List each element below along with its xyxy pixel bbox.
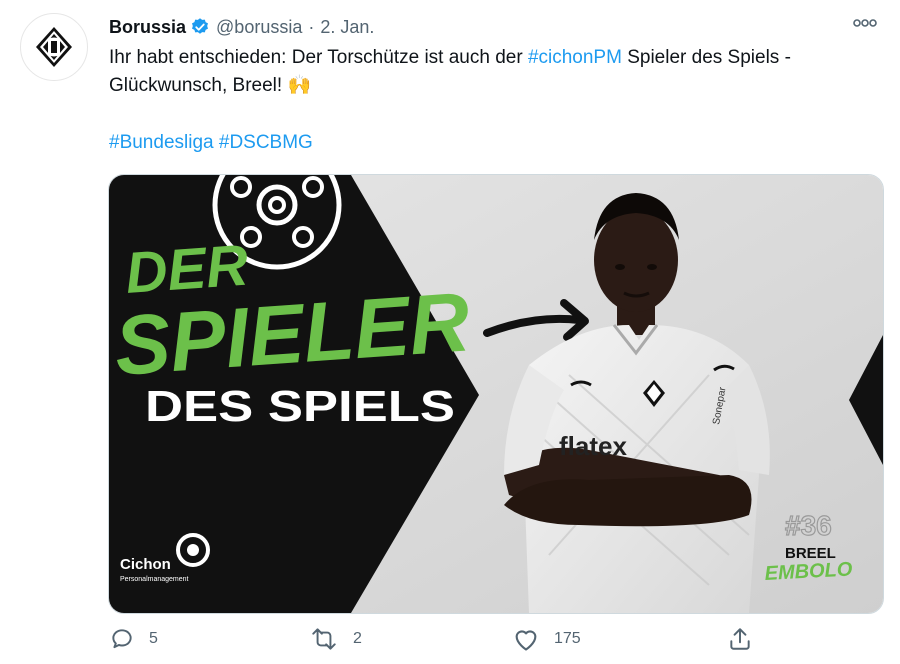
- player-last-name: EMBOLO: [764, 558, 853, 585]
- more-icon[interactable]: [852, 16, 878, 35]
- tweet-actions: 5 2 175: [109, 626, 769, 660]
- hashtag-cichonpm[interactable]: #cichonPM: [528, 47, 622, 68]
- author-handle[interactable]: @borussia: [216, 17, 302, 38]
- like-icon: [515, 630, 537, 651]
- verified-icon: [190, 17, 210, 37]
- tweet-text: Ihr habt entschieden: Der Torschütze ist…: [109, 44, 869, 100]
- tweet-header: Borussia @borussia · 2. Jan.: [109, 14, 374, 40]
- raised-hands-emoji: 🙌: [287, 75, 312, 96]
- share-icon: [730, 628, 750, 650]
- player-number: #36: [785, 510, 832, 541]
- tweet-text-part1: Ihr habt entschieden: Der Torschütze ist…: [109, 47, 528, 68]
- retweet-button[interactable]: 2: [309, 626, 362, 652]
- jersey-sponsor: flatex: [559, 431, 627, 461]
- hashtag-line: #Bundesliga #DSCBMG: [109, 132, 313, 154]
- author-name[interactable]: Borussia: [109, 17, 186, 38]
- club-logo-icon: [36, 27, 72, 67]
- separator-dot: ·: [308, 16, 315, 37]
- retweet-icon: [312, 628, 336, 650]
- avatar[interactable]: [20, 13, 88, 81]
- sponsor-name: Cichon: [120, 556, 171, 573]
- retweet-count: 2: [353, 630, 362, 647]
- like-button[interactable]: 175: [512, 626, 581, 652]
- headline-des-spiels: DES SPIELS: [145, 382, 455, 431]
- tweet-date[interactable]: 2. Jan.: [320, 17, 374, 38]
- reply-count: 5: [149, 630, 158, 647]
- share-button[interactable]: [727, 626, 753, 652]
- like-count: 175: [554, 630, 581, 647]
- player-of-the-match-graphic: DER SPIELER DES SPIELS Cichon Personalma…: [109, 175, 883, 613]
- hashtag-bundesliga[interactable]: #Bundesliga: [109, 132, 214, 153]
- reply-button[interactable]: 5: [109, 626, 158, 652]
- sponsor-subtitle: Personalmanagement: [120, 576, 189, 583]
- hashtag-dscbmg[interactable]: #DSCBMG: [219, 132, 313, 153]
- reply-icon: [112, 629, 132, 649]
- tweet-image[interactable]: DER SPIELER DES SPIELS Cichon Personalma…: [108, 174, 884, 614]
